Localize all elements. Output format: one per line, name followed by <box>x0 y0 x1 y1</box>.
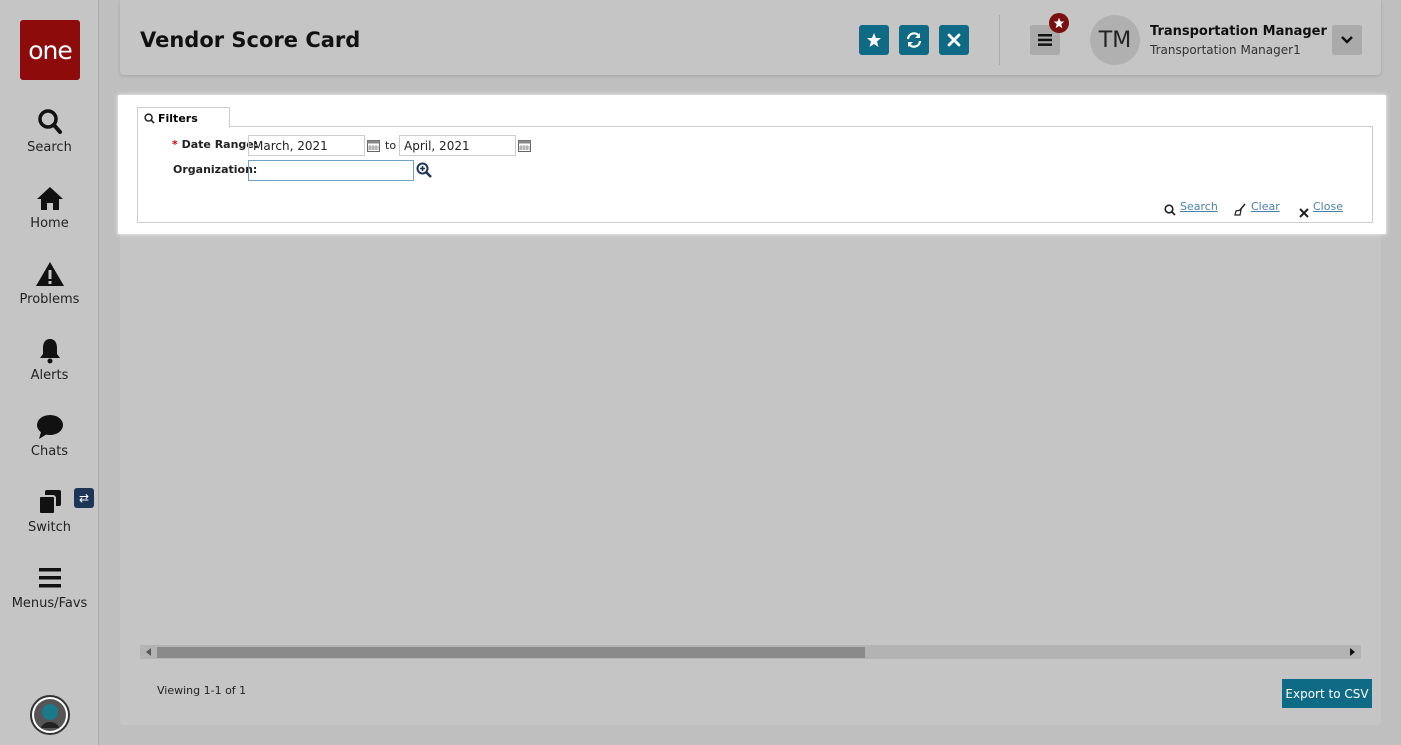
to-label: to <box>385 139 397 152</box>
chevron-down-icon <box>1341 36 1353 44</box>
search-icon <box>144 113 155 124</box>
sidebar-item-label: Chats <box>30 444 69 459</box>
switch-badge-icon[interactable]: ⇄ <box>74 488 94 508</box>
bell-icon <box>0 336 99 366</box>
sidebar-item-label: Home <box>30 216 69 231</box>
sidebar-item-label: Search <box>27 140 72 155</box>
page-title: Vendor Score Card <box>140 28 361 52</box>
sidebar-item-home[interactable]: Home <box>0 184 99 231</box>
sidebar-item-label: Alerts <box>30 368 69 383</box>
scroll-right-arrow-icon[interactable] <box>1350 648 1355 656</box>
close-icon <box>947 33 961 47</box>
filter-panel: Filters * Date Range: March, 2021 to Apr… <box>118 95 1386 234</box>
chat-icon <box>0 412 99 442</box>
date-range-label: * Date Range: <box>172 138 259 151</box>
sidebar-item-label: Problems <box>19 292 80 307</box>
star-icon <box>867 33 881 47</box>
menu-icon <box>0 564 99 594</box>
user-name: Transportation Manager <box>1150 24 1327 39</box>
refresh-button[interactable] <box>899 25 929 55</box>
search-link-icon[interactable] <box>1164 201 1176 220</box>
search-icon <box>0 108 99 138</box>
page-header: Vendor Score Card TM Transportation Mana… <box>120 0 1381 75</box>
warning-icon <box>0 260 99 290</box>
export-csv-button[interactable]: Export to CSV <box>1282 679 1372 708</box>
clear-link[interactable]: Clear <box>1251 200 1280 213</box>
sidebar: one Search Home Problems Alerts Chats Sw… <box>0 0 99 745</box>
logo-text: one <box>28 35 73 65</box>
header-divider <box>999 15 1000 65</box>
scrollbar-thumb[interactable] <box>157 647 865 658</box>
organization-input[interactable] <box>248 160 414 181</box>
favorite-button[interactable] <box>859 25 889 55</box>
favorites-badge-icon[interactable] <box>1049 13 1069 33</box>
refresh-icon <box>906 32 922 48</box>
home-icon <box>0 184 99 214</box>
calendar-icon[interactable] <box>365 135 381 155</box>
sidebar-item-search[interactable]: Search <box>0 108 99 155</box>
app-logo[interactable]: one <box>20 20 80 80</box>
hamburger-icon <box>1038 34 1052 46</box>
scroll-left-arrow-icon[interactable] <box>146 648 151 656</box>
horizontal-scrollbar[interactable] <box>140 645 1361 659</box>
search-link[interactable]: Search <box>1180 200 1218 213</box>
close-page-button[interactable] <box>939 25 969 55</box>
tab-filters[interactable]: Filters <box>137 107 230 128</box>
close-link[interactable]: Close <box>1313 200 1343 213</box>
organization-label: Organization: <box>173 163 258 176</box>
sidebar-item-alerts[interactable]: Alerts <box>0 336 99 383</box>
sidebar-item-menus-favs[interactable]: Menus/Favs <box>0 564 99 611</box>
date-to-input[interactable]: April, 2021 <box>399 135 516 156</box>
broom-icon[interactable] <box>1234 201 1247 220</box>
sidebar-item-problems[interactable]: Problems <box>0 260 99 307</box>
close-icon[interactable] <box>1299 203 1309 222</box>
assistant-avatar-icon[interactable] <box>30 695 70 735</box>
user-role: Transportation Manager1 <box>1150 43 1301 57</box>
calendar-icon[interactable] <box>516 135 532 155</box>
date-from-input[interactable]: March, 2021 <box>248 135 365 156</box>
sidebar-item-label: Switch <box>28 520 71 535</box>
pagination-info: Viewing 1-1 of 1 <box>157 684 247 697</box>
sidebar-item-label: Menus/Favs <box>11 596 88 611</box>
user-avatar[interactable]: TM <box>1090 15 1140 65</box>
sidebar-item-chats[interactable]: Chats <box>0 412 99 459</box>
user-menu-dropdown[interactable] <box>1332 25 1362 55</box>
zoom-in-icon[interactable] <box>416 162 432 182</box>
